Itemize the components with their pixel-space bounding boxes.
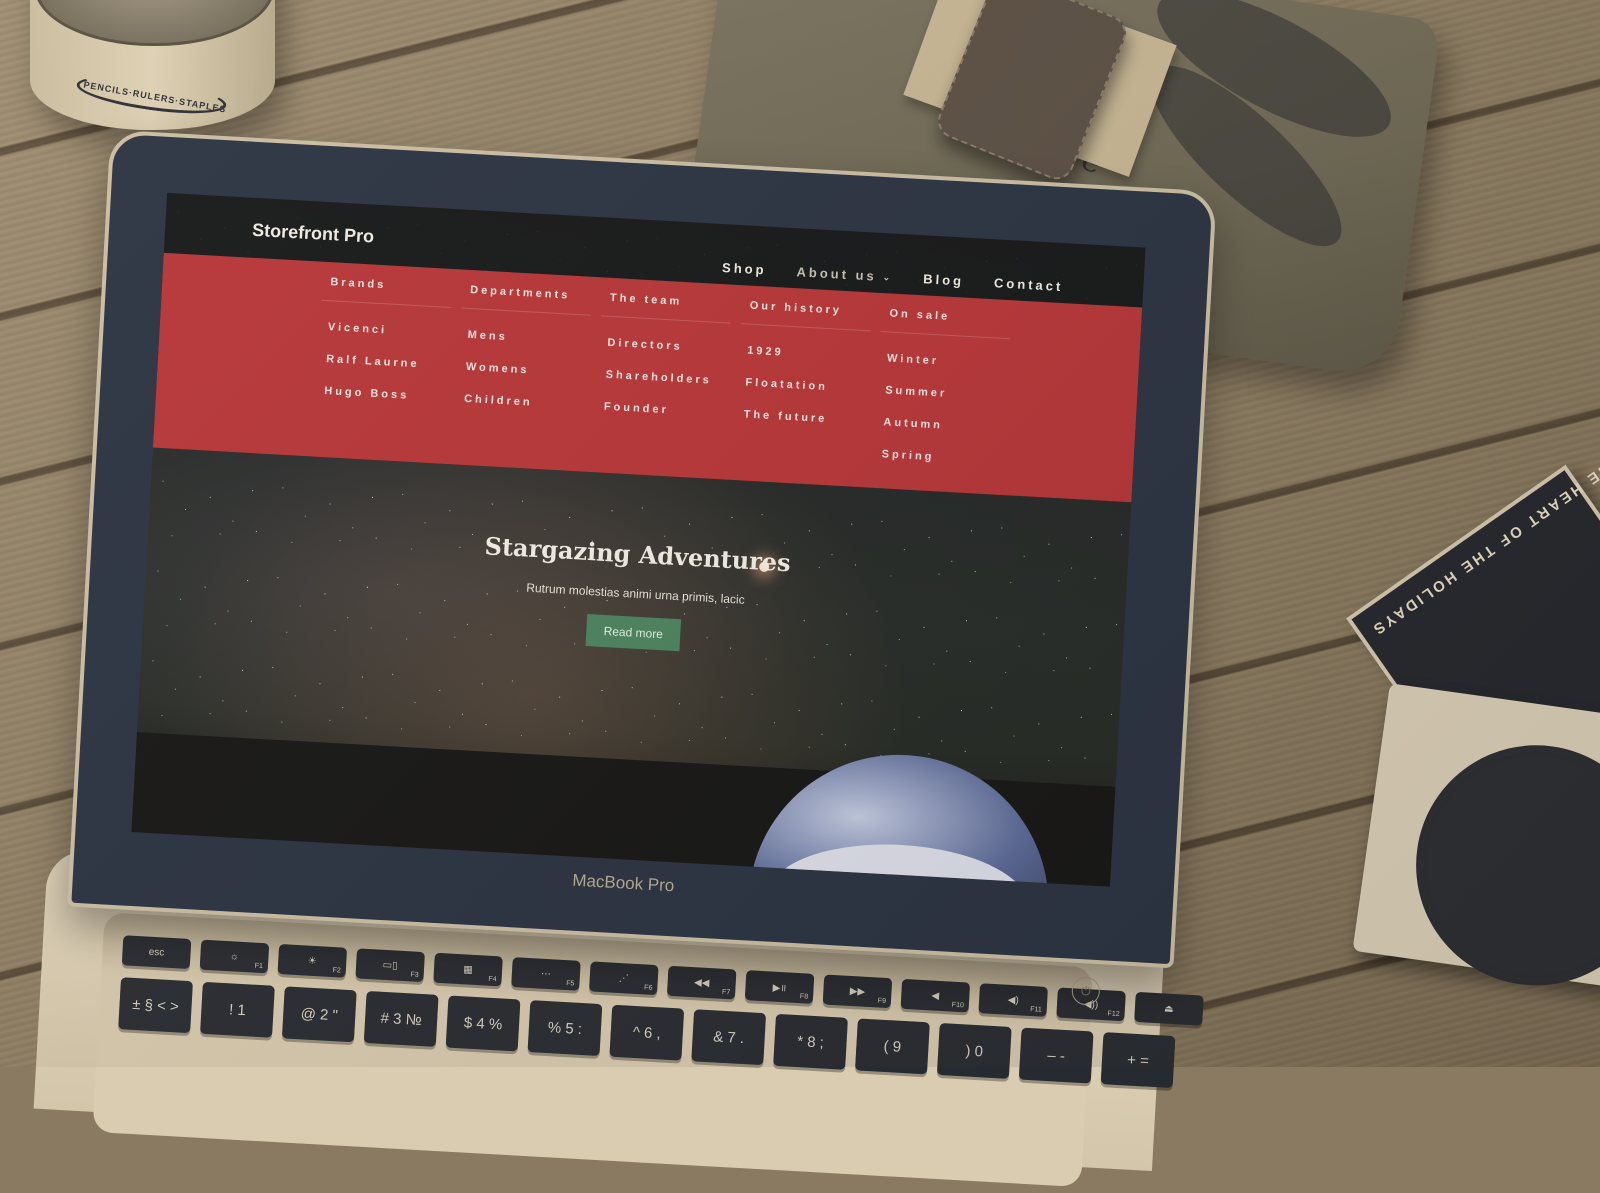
key-fn-label: F2 (332, 967, 341, 975)
laptop-lid: Storefront Pro Shop About us ⌄ Blog Conta… (67, 129, 1217, 969)
key-label: esc (148, 946, 165, 959)
keyboard-key: ◀◀ F7 (666, 965, 737, 1000)
key-fn-label: F10 (951, 1001, 964, 1010)
nav-about-us-label: About us (796, 264, 878, 284)
mega-menu-link[interactable]: Founder (596, 400, 726, 419)
keyboard-key: ) 0 (936, 1022, 1012, 1079)
keyboard-key: ⋰ F6 (589, 961, 659, 996)
mega-menu-column: Brands Vicenci Ralf Laurne Hugo Boss (316, 275, 453, 404)
keyboard-key: + = (1100, 1032, 1176, 1089)
mega-menu-column-title: Departments (461, 283, 593, 316)
key-fn-label: F5 (566, 980, 575, 988)
mega-menu-link[interactable]: Spring (873, 448, 1003, 467)
mega-menu-column-title: Our history (740, 299, 872, 332)
key-label: ◀) (1007, 994, 1020, 1006)
site-logo[interactable]: Storefront Pro (252, 220, 375, 248)
keyboard-key: ☼ F1 (199, 939, 270, 974)
keyboard-key: @ 2 " (281, 986, 357, 1043)
keyboard-key: ▶▶ F9 (822, 974, 893, 1009)
key-fn-label: F12 (1107, 1010, 1120, 1019)
key-label: ⋯ (540, 968, 552, 980)
mega-menu-link[interactable]: Winter (879, 352, 1009, 371)
keyboard-key: $ 4 % (445, 995, 521, 1052)
key-fn-label: F8 (799, 993, 809, 1001)
mega-menu-link[interactable]: The future (735, 408, 865, 427)
key-label: ☀ (307, 955, 318, 967)
laptop-screen: Storefront Pro Shop About us ⌄ Blog Conta… (131, 192, 1146, 887)
nav-blog[interactable]: Blog (923, 271, 965, 288)
mega-menu-link[interactable]: Floatation (737, 376, 867, 395)
keyboard-key: ^ 6 , (609, 1004, 685, 1061)
coaster-ornate (1352, 683, 1600, 1001)
mega-menu-column-title: Brands (321, 275, 453, 308)
key-fn-label: F1 (254, 962, 264, 971)
key-label: ◀◀ (693, 976, 710, 989)
chevron-down-icon: ⌄ (882, 272, 894, 283)
key-fn-label: F3 (410, 971, 419, 979)
mega-menu-link[interactable]: Shareholders (597, 368, 727, 387)
keyboard-key: ⏏ (1134, 991, 1204, 1026)
nav-contact[interactable]: Contact (994, 275, 1064, 294)
mega-menu-link[interactable]: Autumn (875, 416, 1005, 435)
keyboard-key: * 8 ; (773, 1013, 848, 1070)
mega-menu-link[interactable]: Ralf Laurne (318, 353, 448, 372)
key-label: ▶▶ (849, 985, 866, 998)
keyboard-key: – - (1018, 1027, 1094, 1084)
mega-menu-column: Our history 1929 Floatation The future (735, 299, 872, 427)
mega-menu-column: The team Directors Shareholders Founder (596, 291, 733, 419)
keyboard-key: esc (121, 935, 192, 970)
nav-shop[interactable]: Shop (722, 260, 767, 277)
mega-menu-link[interactable]: Summer (877, 384, 1007, 403)
key-label: ▭▯ (382, 959, 398, 972)
keyboard-key: % 5 : (527, 1000, 603, 1057)
mega-menu-column-title: The team (600, 291, 733, 324)
coaster-ornate-ring (1400, 729, 1600, 1001)
keyboard-key: ▶॥ F8 (744, 970, 815, 1004)
key-fn-label: F6 (643, 984, 653, 992)
key-label: ▦ (463, 963, 474, 976)
key-label: ⋰ (618, 972, 630, 985)
mega-menu-link[interactable]: 1929 (739, 344, 869, 363)
mega-menu-link[interactable]: Womens (458, 360, 588, 379)
key-fn-label: F9 (877, 997, 887, 1005)
key-label: ⏏ (1163, 1003, 1174, 1015)
keyboard-key: ± § < > (118, 977, 193, 1034)
keyboard-key: ( 9 (855, 1018, 930, 1075)
mega-menu-column: On sale Winter Summer Autumn Spring (873, 307, 1012, 467)
key-label: ◀ (931, 989, 940, 1002)
keyboard-key: ! 1 (200, 981, 275, 1038)
mega-menu-link[interactable]: Directors (599, 336, 729, 355)
key-label: ▶॥ (772, 982, 787, 995)
keyboard-key: ☀ F2 (277, 943, 348, 978)
mega-menu-link[interactable]: Hugo Boss (316, 385, 446, 404)
keyboard-key: # 3 № (363, 990, 439, 1047)
mega-menu-link[interactable]: Vicenci (320, 321, 450, 340)
mega-menu-link[interactable]: Mens (459, 328, 589, 347)
keyboard-key: ◀ F10 (900, 978, 971, 1013)
mega-menu-link[interactable]: Children (456, 392, 586, 411)
keyboard-key: ⋯ F5 (511, 957, 581, 991)
keyboard-key: ▭▯ F3 (355, 948, 425, 983)
key-fn-label: F4 (488, 975, 497, 984)
keyboard-key: & 7 . (691, 1009, 767, 1066)
keyboard-key: ▦ F4 (433, 952, 503, 987)
key-fn-label: F11 (1029, 1006, 1042, 1014)
nav-about-us[interactable]: About us ⌄ (796, 264, 894, 284)
keyboard-key: ◀) F11 (978, 983, 1048, 1017)
key-label: ☼ (229, 950, 240, 963)
mega-menu-column: Departments Mens Womens Children (456, 283, 593, 412)
key-fn-label: F7 (721, 988, 731, 997)
read-more-button[interactable]: Read more (585, 614, 681, 652)
mega-menu-column-title: On sale (880, 307, 1012, 340)
